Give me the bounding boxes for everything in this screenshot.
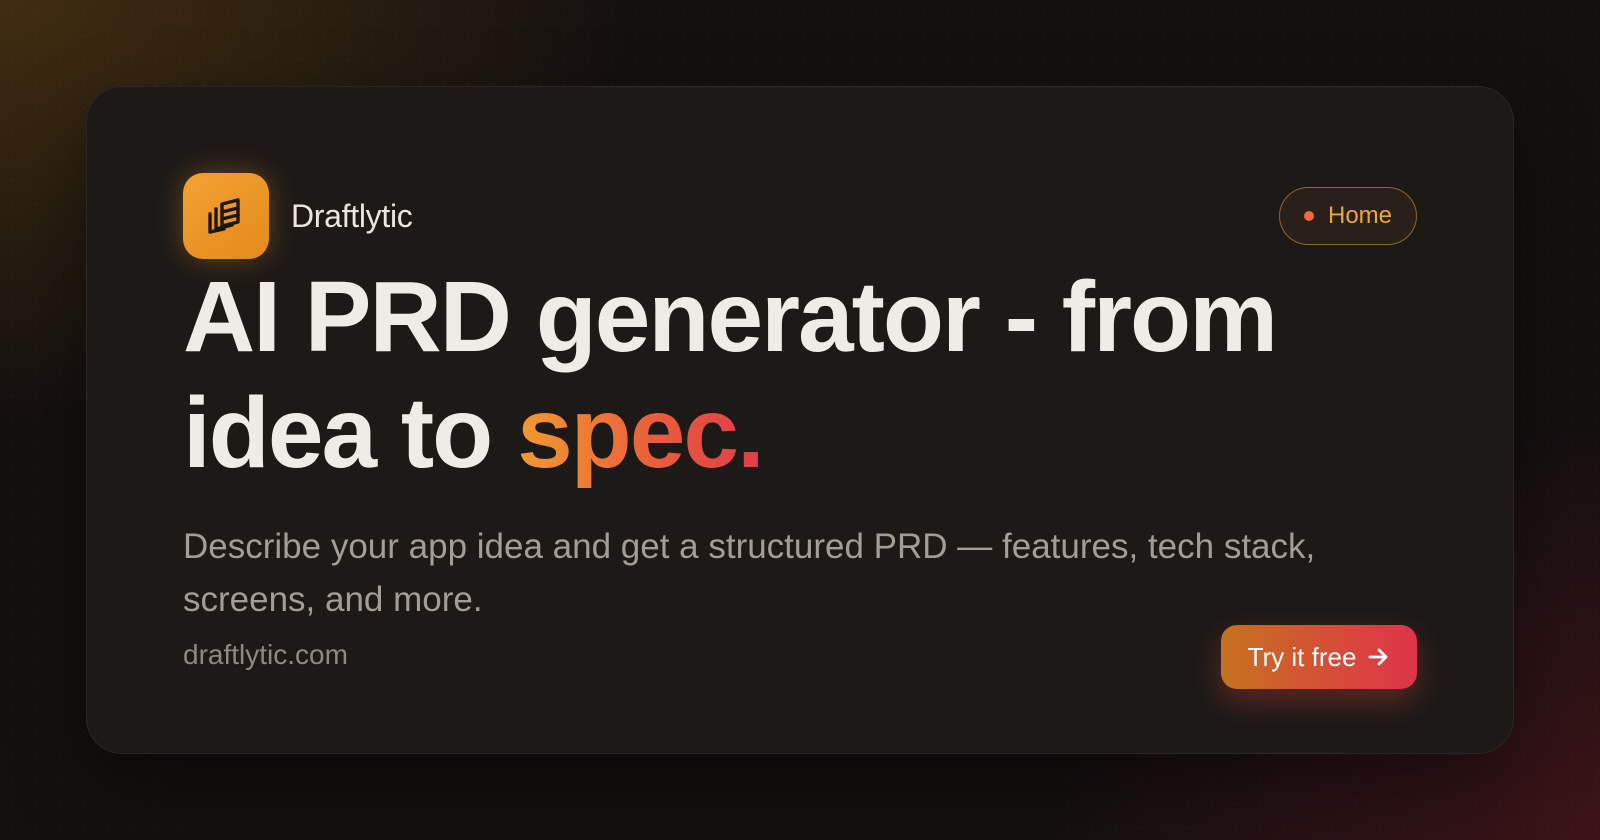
stacked-pages-icon: [208, 198, 240, 234]
arrow-right-icon: [1366, 645, 1390, 669]
status-dot-icon: [1303, 211, 1314, 221]
hero-card: Draftlytic Home AI PRD generator - from …: [86, 86, 1514, 754]
headline-accent: spec.: [517, 377, 765, 489]
home-nav-label: Home: [1327, 202, 1393, 229]
brand[interactable]: Draftlytic: [183, 173, 413, 259]
cta-label: Try it free: [1247, 641, 1357, 672]
try-it-free-button[interactable]: Try it free: [1221, 625, 1417, 689]
brand-name: Draftlytic: [291, 197, 413, 234]
brand-logo: [183, 173, 269, 259]
page-title: AI PRD generator - from idea to spec.: [183, 259, 1443, 491]
site-domain: draftlytic.com: [183, 639, 348, 670]
home-nav-button[interactable]: Home: [1279, 187, 1417, 245]
hero-subtitle: Describe your app idea and get a structu…: [183, 527, 1316, 619]
